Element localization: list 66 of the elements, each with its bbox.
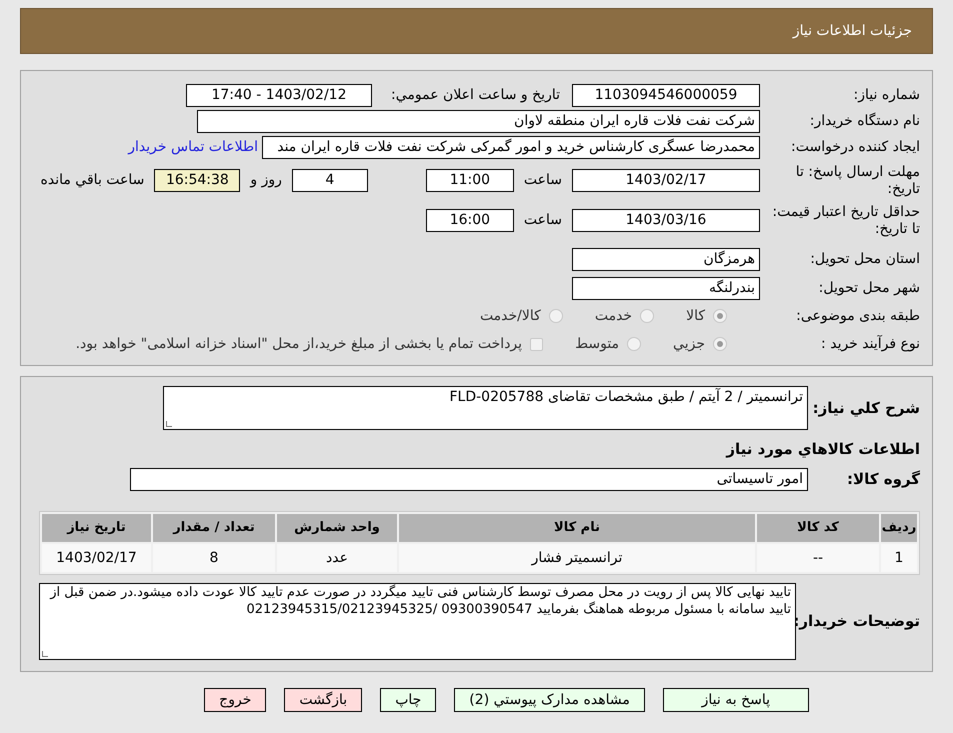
field-label: حداقل تاريخ اعتبار قيمت: تا تاريخ: xyxy=(771,204,920,238)
field-label: ساعت xyxy=(524,172,562,189)
text-field[interactable]: امور تاسیساتی xyxy=(130,468,808,491)
text-field[interactable]: 1403/02/12 - 17:40 xyxy=(186,84,372,106)
radio-label: متوسط xyxy=(575,334,620,354)
action-button[interactable]: خروج xyxy=(204,688,266,712)
radio-button[interactable] xyxy=(627,337,642,351)
section-heading: اطلاعات کالاهاي مورد نياز xyxy=(724,439,920,460)
text-field[interactable]: 4 xyxy=(292,169,368,192)
radio-label: کالا xyxy=(686,306,705,326)
field-label: شرح کلي نياز: xyxy=(812,400,920,416)
radio-button[interactable] xyxy=(640,309,654,323)
action-button[interactable]: بازگشت xyxy=(284,688,362,712)
field-label: استان محل تحويل: xyxy=(809,250,920,268)
table-cell: 1403/02/17 xyxy=(42,544,151,572)
text-field[interactable]: 1403/02/17 xyxy=(572,169,760,192)
checkbox-label: پرداخت تمام يا بخشی از مبلغ خريد،از محل "اسناد خزانه اسلامی" خواهد بود. xyxy=(76,334,522,354)
table-cell: عدد xyxy=(277,544,397,572)
checkbox[interactable] xyxy=(530,338,544,350)
text-field[interactable]: شرکت نفت فلات قاره ايران منطقه لاوان xyxy=(197,110,760,132)
action-button[interactable]: مشاهده مدارک پيوستي (2) xyxy=(454,688,645,712)
field-label: گروه کالا: xyxy=(846,471,920,488)
field-label: ايجاد کننده درخواست: xyxy=(790,138,920,156)
action-button[interactable]: چاپ xyxy=(380,688,436,712)
column-header: تاريخ نياز xyxy=(42,514,151,542)
field-label: مهلت ارسال پاسخ: تا تاريخ: xyxy=(794,164,920,198)
field-label: شماره نياز: xyxy=(852,86,920,104)
field-label: نام دستگاه خريدار: xyxy=(808,112,920,130)
table-cell: 8 xyxy=(153,544,275,572)
field-label: ساعت باقي مانده xyxy=(40,172,144,189)
field-label: نوع فرآيند خريد : xyxy=(820,336,920,352)
column-header: رديف xyxy=(881,514,917,542)
action-button[interactable]: پاسخ به نياز xyxy=(662,688,809,712)
field-label: روز و xyxy=(250,172,282,189)
contact-link[interactable]: اطلاعات تماس خريدار xyxy=(128,136,258,158)
table-cell: -- xyxy=(757,544,879,572)
field-label: طبقه بندی موضوعی: xyxy=(795,308,920,324)
text-field[interactable]: محمدرضا عسگری کارشناس خرید و امور گمرکی شرکت نفت فلات قاره ایران مند xyxy=(262,136,760,158)
column-header: واحد شمارش xyxy=(277,514,397,542)
text-field[interactable]: 11:00 xyxy=(426,169,514,192)
field-label: ساعت xyxy=(524,212,562,229)
field-label: شهر محل تحويل: xyxy=(818,280,920,296)
table-cell: 1 xyxy=(881,544,917,572)
description-textarea[interactable]: ترانسمیتر / 2 آیتم / طبق مشخصات تقاضای FLD-0205788 xyxy=(163,386,808,430)
text-field[interactable]: 1403/03/16 xyxy=(572,209,760,232)
text-field[interactable]: 1103094546000059 xyxy=(572,84,760,106)
radio-label: جزيي xyxy=(673,334,705,354)
text-field[interactable]: 16:54:38 xyxy=(154,169,240,192)
column-header: نام کالا xyxy=(399,514,755,542)
radio-label: خدمت xyxy=(594,306,632,326)
text-field[interactable]: 16:00 xyxy=(426,209,514,232)
text-field[interactable]: بندرلنگه xyxy=(572,276,760,300)
field-label: تاريخ و ساعت اعلان عمومي: xyxy=(390,86,560,104)
field-label: توضيحات خريدار: xyxy=(796,613,920,630)
resize-grip-icon xyxy=(42,651,48,657)
text-field[interactable]: هرمزگان xyxy=(572,248,760,270)
radio-button[interactable] xyxy=(713,337,727,351)
column-header: کد کالا xyxy=(757,514,879,542)
table-cell: ترانسمیتر فشار xyxy=(399,544,755,572)
radio-button[interactable] xyxy=(548,309,563,323)
radio-label: کالا/خدمت xyxy=(480,306,541,326)
page-title: جزئيات اطلاعات نياز xyxy=(792,22,912,40)
resize-grip-icon xyxy=(166,421,172,427)
notes-textarea[interactable]: تایید نهایی کالا پس از رویت در محل مصرف توسط کارشناس فنی تایید میگردد در صورت عدم تایید کالا عودت داده میشود.در ضمن قبل از تایید سامانه با مسئول مربوطه هماهنگ بفرمایید 09300390547 /02123945315/02123945325 xyxy=(39,583,796,660)
radio-button[interactable] xyxy=(713,309,727,323)
column-header: تعداد / مقدار xyxy=(153,514,275,542)
